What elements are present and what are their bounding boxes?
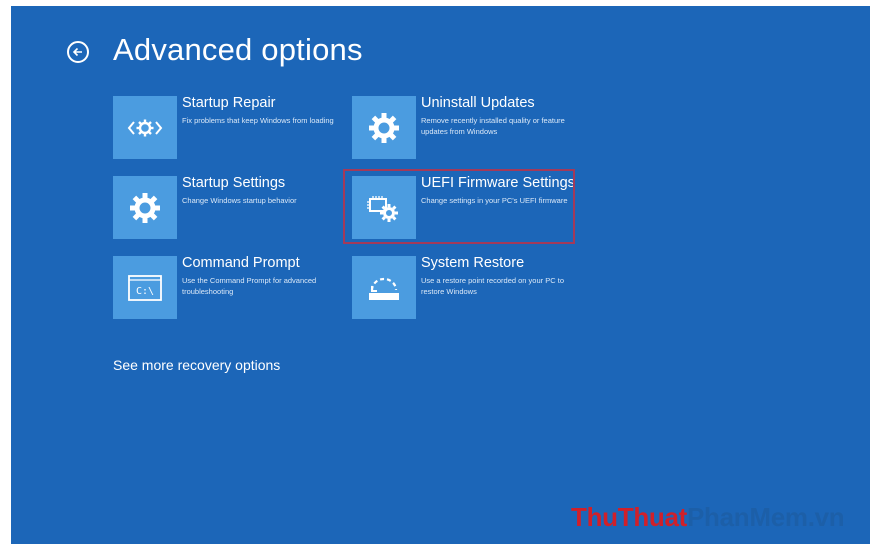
command-prompt-icon-text: C:\ — [136, 286, 154, 297]
startup-repair-icon — [113, 96, 177, 159]
tile-title: Command Prompt — [182, 255, 300, 271]
command-prompt-icon: C:\ — [113, 256, 177, 319]
tile-startup-settings[interactable]: Startup Settings Change Windows startup … — [113, 175, 333, 241]
system-restore-icon — [352, 256, 416, 319]
tile-title: Uninstall Updates — [421, 95, 535, 111]
tile-description: Use a restore point recorded on your PC … — [421, 276, 564, 296]
tile-description: Fix problems that keep Windows from load… — [182, 116, 334, 125]
see-more-recovery-options-link[interactable]: See more recovery options — [113, 357, 280, 373]
tile-title: System Restore — [421, 255, 525, 271]
back-button[interactable] — [67, 41, 89, 63]
tile-description: Remove recently installed quality or fea… — [421, 116, 565, 136]
tile-description: Use the Command Prompt for advanced trou… — [182, 276, 317, 296]
page-title: Advanced options — [113, 32, 363, 67]
watermark-part-3: .vn — [807, 502, 845, 532]
back-arrow-icon — [72, 47, 82, 57]
tile-uninstall-updates[interactable]: Uninstall Updates Remove recently instal… — [352, 95, 572, 161]
watermark-part-1: ThuThuat — [571, 502, 688, 532]
tile-description: Change Windows startup behavior — [182, 196, 297, 205]
tile-command-prompt[interactable]: C:\ Command Prompt Use the Command Promp… — [113, 255, 333, 321]
tile-startup-repair[interactable]: Startup Repair Fix problems that keep Wi… — [113, 95, 334, 161]
watermark: ThuThuatPhanMem.vn — [571, 502, 845, 533]
tile-system-restore[interactable]: System Restore Use a restore point recor… — [352, 255, 572, 321]
tile-title: Startup Settings — [182, 175, 286, 191]
watermark-part-2: PhanMem — [687, 502, 808, 532]
highlight-box — [343, 169, 575, 244]
gear-icon — [113, 176, 177, 239]
gear-icon — [352, 96, 416, 159]
tile-title: Startup Repair — [182, 95, 276, 111]
recovery-screen: Advanced options Startup Repair Fix prob — [11, 6, 870, 544]
